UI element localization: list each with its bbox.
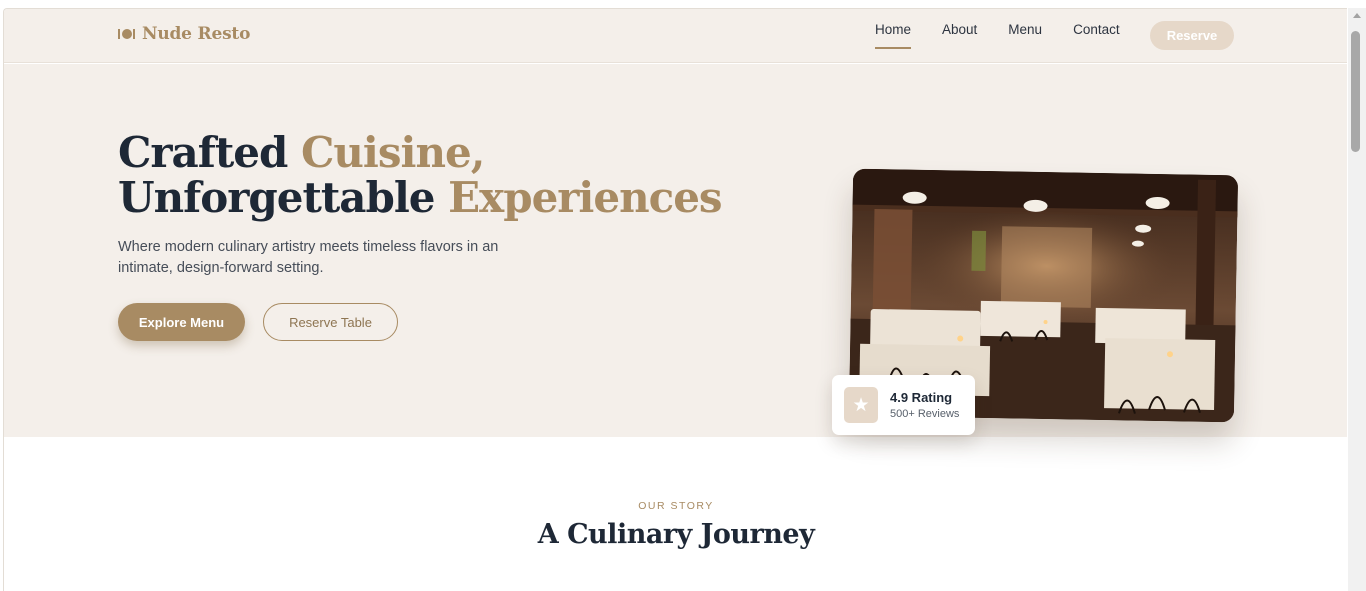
- nav-link-home[interactable]: Home: [875, 22, 912, 49]
- navbar: Nude Resto Home About Menu Contact Reser…: [4, 9, 1347, 63]
- reserve-button[interactable]: Reserve: [1150, 21, 1234, 50]
- page-viewport: Nude Resto Home About Menu Contact Reser…: [3, 8, 1347, 591]
- hero-section: Crafted Cuisine, Unforgettable Experienc…: [4, 64, 1347, 437]
- headline-line2-a: Unforgettable: [118, 173, 449, 222]
- scroll-thumb[interactable]: [1351, 31, 1360, 152]
- hero-headline: Crafted Cuisine, Unforgettable Experienc…: [118, 128, 723, 222]
- brand-name: Nude Resto: [142, 24, 251, 44]
- rating-reviews: 500+ Reviews: [890, 408, 960, 420]
- headline-line1-a: Crafted: [118, 128, 301, 177]
- nav-link-menu[interactable]: Menu: [1008, 22, 1042, 47]
- section-eyebrow: OUR STORY: [638, 500, 714, 512]
- explore-menu-button[interactable]: Explore Menu: [118, 303, 245, 341]
- headline-line2-b: Experiences: [448, 173, 722, 222]
- star-icon: ★: [844, 387, 878, 423]
- plate-cutlery-icon: [118, 28, 135, 40]
- nav-links: Home About Menu Contact: [875, 22, 1151, 49]
- nav-link-contact[interactable]: Contact: [1073, 22, 1120, 47]
- section-title: A Culinary Journey: [537, 519, 815, 550]
- vertical-scrollbar[interactable]: [1348, 8, 1366, 591]
- headline-line1-b: Cuisine,: [300, 128, 485, 177]
- rating-value: 4.9 Rating: [890, 390, 953, 405]
- rating-card: ★ 4.9 Rating 500+ Reviews: [832, 375, 975, 435]
- scroll-up-icon[interactable]: [1353, 13, 1361, 18]
- hero-subtitle: Where modern culinary artistry meets tim…: [118, 239, 499, 276]
- brand-logo[interactable]: Nude Resto: [118, 24, 250, 44]
- reserve-table-button[interactable]: Reserve Table: [263, 303, 398, 341]
- nav-link-about[interactable]: About: [942, 22, 977, 47]
